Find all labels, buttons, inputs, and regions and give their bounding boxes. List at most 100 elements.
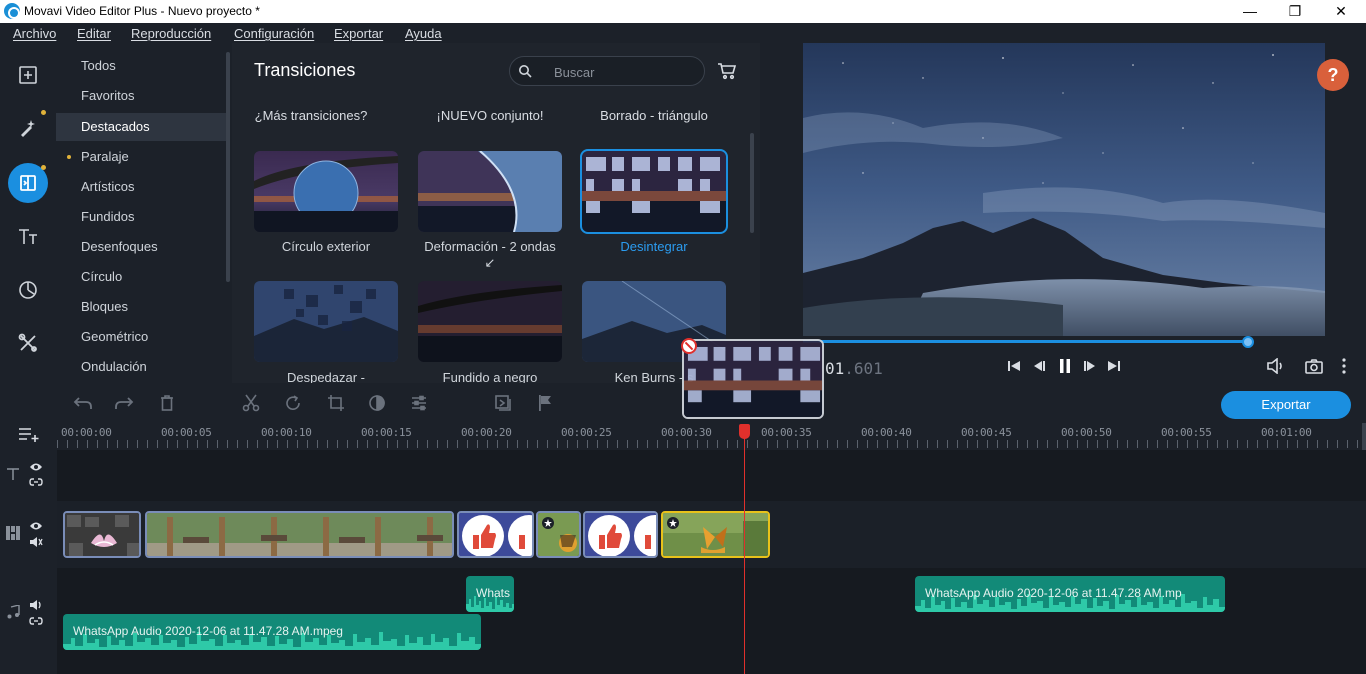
eye-icon[interactable] (29, 460, 43, 474)
transition-thumb[interactable] (254, 281, 398, 362)
menu-archivo[interactable]: Archivo (13, 26, 56, 41)
add-marker-button[interactable] (535, 393, 555, 413)
audio-clip[interactable]: WhatsApp Audio 2020-12-06 at 11.47.28 AM… (915, 576, 1225, 612)
category-item[interactable]: Todos (56, 52, 226, 80)
panel-scrollbar[interactable] (750, 133, 754, 233)
category-item[interactable]: Geométrico (56, 323, 226, 351)
transition-thumb[interactable] (418, 281, 562, 362)
help-button[interactable]: ? (1317, 59, 1349, 91)
title-track[interactable] (57, 450, 1366, 501)
transition-thumb-selected[interactable] (580, 149, 728, 234)
link-icon[interactable] (29, 475, 43, 489)
cart-icon[interactable] (717, 62, 737, 80)
more-options-button[interactable] (1334, 356, 1354, 376)
undo-button[interactable] (73, 393, 93, 413)
movavi-logo-icon (4, 3, 20, 19)
insert-media-button[interactable] (493, 393, 513, 413)
crop-button[interactable] (326, 393, 346, 413)
transition-label: Deformación - 2 ondas ↙ (424, 239, 556, 270)
filters-button[interactable] (8, 108, 48, 148)
import-button[interactable] (8, 55, 48, 95)
video-track[interactable] (57, 501, 1366, 568)
timeline-ruler[interactable]: 00:00:00 00:00:05 00:00:10 00:00:15 00:0… (57, 423, 1366, 450)
transition-thumb[interactable] (418, 151, 562, 232)
link-icon[interactable] (29, 614, 43, 628)
go-to-start-button[interactable] (1004, 356, 1024, 376)
redo-button[interactable] (114, 393, 134, 413)
category-item[interactable]: Artísticos (56, 173, 226, 201)
volume-button[interactable] (1266, 356, 1286, 376)
transition-label: Círculo exterior (281, 239, 371, 254)
mute-icon[interactable] (29, 535, 43, 549)
more-tools-button[interactable] (8, 323, 48, 363)
next-frame-button[interactable] (1080, 356, 1100, 376)
category-item[interactable]: Bloques (56, 293, 226, 321)
tick-label: 00:00:15 (361, 426, 412, 439)
transition-thumb[interactable] (254, 151, 398, 232)
menu-configuracion[interactable]: Configuración (234, 26, 314, 41)
category-scrollbar[interactable] (226, 52, 230, 282)
menu-editar[interactable]: Editar (77, 26, 111, 41)
audio-clip[interactable]: WhatsApp Audio 2020-12-06 at 11.47.28 AM… (63, 614, 481, 650)
video-preview[interactable] (803, 43, 1325, 336)
title-bar: Movavi Video Editor Plus - Nuevo proyect… (0, 0, 1366, 23)
timecode-display: 01.601 (825, 359, 883, 378)
close-button[interactable]: ✕ (1318, 0, 1364, 23)
video-clip[interactable] (536, 511, 581, 558)
search-icon (519, 65, 532, 78)
video-clip[interactable] (457, 511, 534, 558)
category-item[interactable]: Desenfoques (56, 233, 226, 261)
preview-frame (803, 43, 1325, 336)
section-header[interactable]: ¡NUEVO conjunto! (418, 108, 562, 123)
transitions-button[interactable] (8, 163, 48, 203)
maximize-button[interactable]: ❐ (1272, 0, 1318, 23)
category-item[interactable]: Paralaje (56, 143, 226, 171)
redo-icon (115, 397, 134, 409)
playback-progress-handle[interactable] (1242, 336, 1254, 348)
menu-exportar[interactable]: Exportar (334, 26, 383, 41)
dragged-transition-preview (682, 339, 824, 419)
search-input[interactable] (554, 63, 694, 81)
menu-reproduccion[interactable]: Reproducción (131, 26, 211, 41)
search-box[interactable] (509, 56, 705, 86)
video-clip[interactable] (63, 511, 141, 558)
playback-progress-bar[interactable] (803, 340, 1248, 343)
pause-button[interactable] (1055, 356, 1075, 376)
previous-frame-button[interactable] (1029, 356, 1049, 376)
audio-clip[interactable]: Whats (466, 576, 514, 612)
clip-properties-button[interactable] (409, 393, 429, 413)
cut-button[interactable] (241, 393, 261, 413)
playhead-handle[interactable] (739, 424, 750, 439)
video-clip-selected[interactable] (661, 511, 770, 558)
category-item[interactable]: Favoritos (56, 82, 226, 110)
stickers-button[interactable] (8, 270, 48, 310)
section-header[interactable]: ¿Más transiciones? (239, 108, 383, 123)
snapshot-button[interactable] (1304, 356, 1324, 376)
minimize-button[interactable]: — (1227, 0, 1273, 23)
add-track-icon[interactable] (18, 425, 40, 443)
category-item-active[interactable]: Destacados (56, 113, 226, 141)
eye-icon[interactable] (29, 519, 43, 533)
export-button[interactable]: Exportar (1221, 391, 1351, 419)
go-to-end-button[interactable] (1104, 356, 1124, 376)
video-clip[interactable] (583, 511, 658, 558)
no-drop-icon (681, 338, 697, 354)
category-item[interactable]: Círculo (56, 263, 226, 291)
video-clip[interactable] (145, 511, 454, 558)
audio-track[interactable]: Whats WhatsApp Audio 2020-12-06 at 11.47… (57, 568, 1366, 674)
more-vertical-icon (1342, 358, 1346, 374)
audio-clip-label: WhatsApp Audio 2020-12-06 at 11.47.28 AM… (925, 586, 1182, 600)
volume-icon[interactable] (29, 598, 43, 612)
category-item[interactable]: Ondulación (56, 353, 226, 381)
category-item[interactable]: Fundidos (56, 203, 226, 231)
rotate-button[interactable] (283, 393, 303, 413)
color-adjust-button[interactable] (367, 393, 387, 413)
insert-icon (495, 395, 511, 411)
thumbnail-image (418, 151, 562, 232)
thumbnail-image (254, 281, 398, 362)
stickers-icon (19, 281, 37, 299)
menu-ayuda[interactable]: Ayuda (405, 26, 442, 41)
delete-button[interactable] (157, 393, 177, 413)
titles-button[interactable] (8, 216, 48, 256)
section-header[interactable]: Borrado - triángulo (582, 108, 726, 123)
